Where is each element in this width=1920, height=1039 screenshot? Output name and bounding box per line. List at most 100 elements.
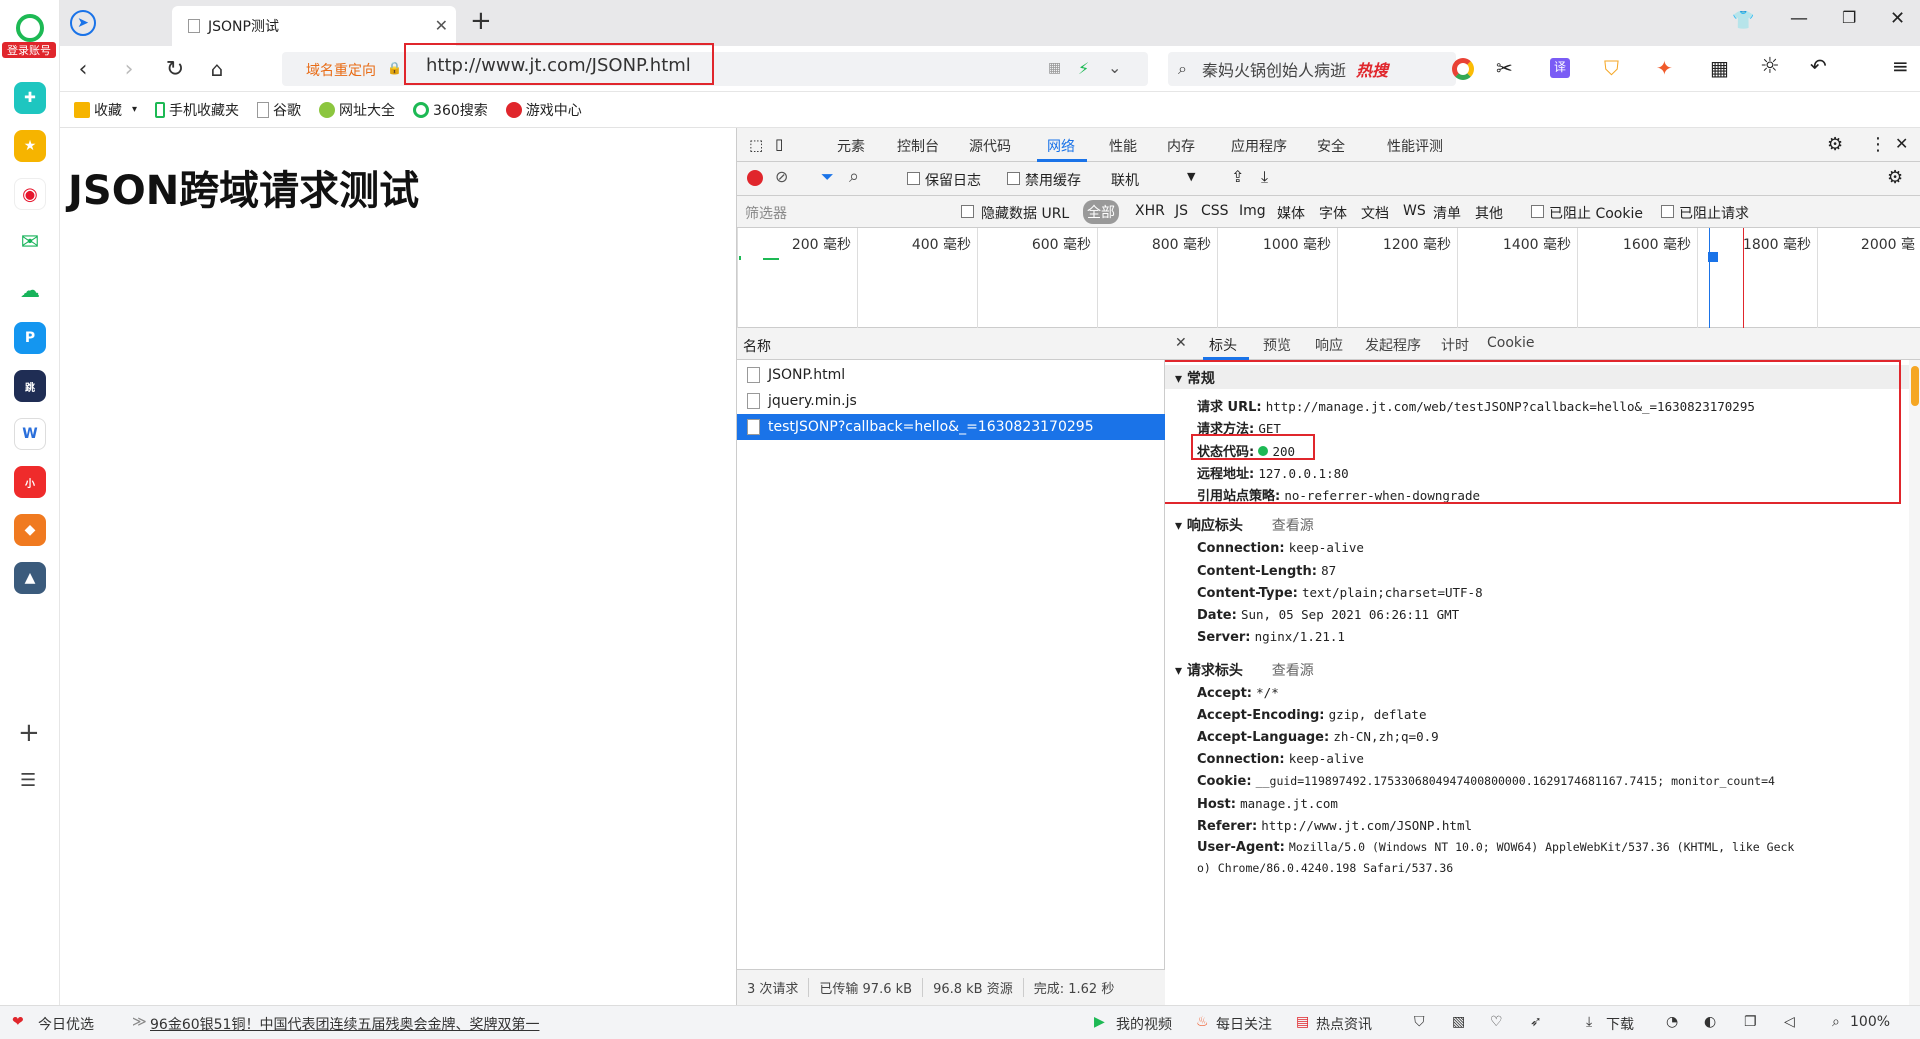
chevron-down-icon[interactable]: ▼ [1187, 170, 1195, 183]
detail-close-icon[interactable]: ✕ [1175, 335, 1187, 351]
sidebar-cloud-icon[interactable]: ☁ [14, 274, 46, 306]
image-icon[interactable]: ▧ [1452, 1014, 1465, 1030]
shield-icon[interactable]: ⛉ [1604, 56, 1619, 80]
request-row[interactable]: JSONP.html [737, 362, 1165, 388]
url-dropdown-icon[interactable]: ⌄ [1108, 58, 1121, 77]
tab-preview[interactable]: 预览 [1263, 335, 1291, 355]
window-close-icon[interactable]: ✕ [1890, 8, 1905, 29]
tab-network[interactable]: 网络 [1047, 136, 1075, 156]
bookmark-directory[interactable]: 网址大全 [319, 100, 395, 120]
devtools-close-icon[interactable]: ✕ [1895, 134, 1908, 153]
daily-follow[interactable]: 每日关注 [1216, 1014, 1272, 1034]
edge-icon[interactable]: ◐ [1704, 1014, 1716, 1030]
forward-icon[interactable]: › [114, 54, 144, 84]
volume-icon[interactable]: ◁ [1784, 1014, 1795, 1030]
hot-news[interactable]: 热点资讯 [1316, 1014, 1372, 1034]
bookmark-games[interactable]: 游戏中心 [505, 100, 582, 120]
login-label[interactable]: 登录账号 [2, 42, 56, 58]
download-icon[interactable]: ⤓ [1261, 167, 1268, 187]
type-font[interactable]: 字体 [1319, 203, 1347, 223]
sidebar-sports-icon[interactable]: 跳 [14, 370, 46, 402]
add-icon[interactable]: + [18, 718, 40, 748]
search-box[interactable]: ⌕ 秦妈火锅创始人病逝 热搜 [1168, 52, 1456, 86]
menu-icon[interactable]: ≡ [1892, 54, 1909, 78]
rocket-icon[interactable]: ➶ [1530, 1014, 1542, 1030]
type-media[interactable]: 媒体 [1277, 203, 1305, 223]
window-icon[interactable]: ❐ [1744, 1014, 1757, 1030]
restore-icon[interactable]: ❐ [1842, 8, 1856, 27]
undo-icon[interactable]: ↶ [1810, 54, 1827, 78]
tab-lighthouse[interactable]: 性能评测 [1387, 136, 1443, 156]
scrollbar-thumb[interactable] [1911, 366, 1919, 406]
fire-icon[interactable]: ♨ [1196, 1014, 1209, 1030]
list-header[interactable]: 名称 [737, 328, 1165, 360]
type-xhr[interactable]: XHR [1135, 203, 1165, 219]
tab-performance[interactable]: 性能 [1109, 136, 1137, 156]
qr-icon[interactable]: ▦ [1048, 60, 1061, 76]
zoom-icon[interactable]: ⌕ [1832, 1014, 1840, 1030]
news-icon[interactable]: ▤ [1296, 1014, 1309, 1030]
sidebar-mail-icon[interactable]: ✉ [14, 226, 46, 258]
home-icon[interactable]: ⌂ [202, 54, 232, 84]
tab-close-icon[interactable]: ✕ [435, 16, 448, 35]
news-ticker[interactable]: 96金60银51铜！中国代表团连续五届残奥会金牌、奖牌双第一 [150, 1014, 539, 1034]
game-icon[interactable]: ✦ [1656, 56, 1673, 80]
device-icon[interactable]: ▯ [775, 135, 783, 153]
type-ws[interactable]: WS [1403, 203, 1426, 219]
sidebar-app-icon[interactable]: ✚ [14, 82, 46, 114]
tab-application[interactable]: 应用程序 [1231, 136, 1287, 156]
type-all[interactable]: 全部 [1083, 200, 1119, 224]
menu-list-icon[interactable]: ☰ [20, 770, 36, 791]
type-js[interactable]: JS [1175, 203, 1188, 219]
sidebar-weibo-icon[interactable]: ◉ [14, 178, 46, 210]
sidebar-red-icon[interactable]: 小 [14, 466, 46, 498]
upload-icon[interactable]: ⇪ [1231, 167, 1244, 186]
bookmark-360search[interactable]: 360搜索 [413, 100, 488, 120]
back-icon[interactable]: ‹ [68, 54, 98, 84]
download-label[interactable]: 下载 [1606, 1014, 1634, 1034]
url-text[interactable]: http://www.jt.com/JSONP.html [426, 55, 691, 76]
tab-initiator[interactable]: 发起程序 [1365, 335, 1421, 355]
zoom-level[interactable]: 100% [1850, 1014, 1890, 1030]
sidebar-game2-icon[interactable]: ▲ [14, 562, 46, 594]
type-other[interactable]: 其他 [1475, 203, 1503, 223]
section-response-headers[interactable]: ▾ 响应标头 查看源 [1165, 512, 1911, 536]
my-video[interactable]: 我的视频 [1116, 1014, 1172, 1034]
type-img[interactable]: Img [1239, 203, 1266, 219]
type-manifest[interactable]: 清单 [1433, 203, 1461, 223]
browser-logo[interactable]: 登录账号 [2, 14, 56, 58]
type-doc[interactable]: 文档 [1361, 203, 1389, 223]
sidebar-star-icon[interactable]: ★ [14, 130, 46, 162]
bookmark-google[interactable]: 谷歌 [257, 100, 301, 120]
sidebar-p-icon[interactable]: P [14, 322, 46, 354]
view-source-link[interactable]: 查看源 [1272, 663, 1314, 679]
blocked-cookie-checkbox[interactable] [1531, 205, 1544, 218]
browser-tab[interactable]: JSONP测试 ✕ [172, 6, 456, 46]
tab-cookie[interactable]: Cookie [1487, 335, 1535, 351]
clear-icon[interactable]: ⊘ [775, 167, 788, 186]
chrome-icon[interactable] [1452, 58, 1474, 80]
tab-headers[interactable]: 标头 [1209, 335, 1237, 355]
video-icon[interactable]: ▶ [1094, 1014, 1105, 1030]
request-row-selected[interactable]: testJSONP?callback=hello&_=1630823170295 [737, 414, 1165, 440]
reload-icon[interactable]: ↻ [160, 54, 190, 84]
section-request-headers[interactable]: ▾ 请求标头 查看源 [1165, 657, 1911, 681]
navigate-icon[interactable]: ➤ [70, 10, 96, 36]
tab-sources[interactable]: 源代码 [969, 136, 1011, 156]
tab-memory[interactable]: 内存 [1167, 136, 1195, 156]
filter-input[interactable]: 筛选器 [745, 203, 915, 223]
tab-security[interactable]: 安全 [1317, 136, 1345, 156]
speed-icon[interactable]: ◔ [1666, 1014, 1678, 1030]
download-icon[interactable]: ⤓ [1586, 1014, 1592, 1030]
translate-icon[interactable]: 译 [1550, 58, 1570, 78]
throttle-select[interactable]: 联机 [1111, 170, 1139, 190]
daily-picks[interactable]: 今日优选 [38, 1014, 94, 1034]
minimize-icon[interactable]: — [1790, 8, 1808, 29]
brightness-icon[interactable]: ☼ [1760, 54, 1780, 79]
more-vert-icon[interactable]: ⋮ [1869, 134, 1887, 155]
tab-console[interactable]: 控制台 [897, 136, 939, 156]
new-tab-icon[interactable]: + [470, 6, 492, 36]
tab-elements[interactable]: 元素 [837, 136, 865, 156]
search-icon[interactable]: ⌕ [849, 166, 859, 187]
tab-timing[interactable]: 计时 [1441, 335, 1469, 355]
